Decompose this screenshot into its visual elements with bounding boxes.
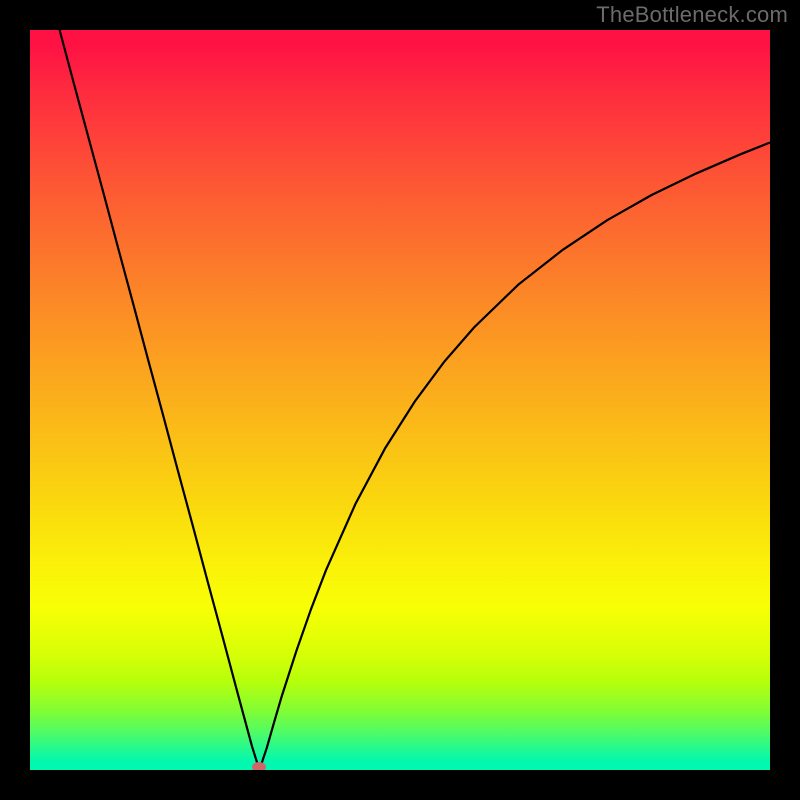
chart-frame: TheBottleneck.com: [0, 0, 800, 800]
minimum-marker: [252, 762, 266, 770]
watermark-text: TheBottleneck.com: [596, 2, 788, 28]
plot-area: [30, 30, 770, 770]
bottleneck-curve: [30, 30, 770, 770]
